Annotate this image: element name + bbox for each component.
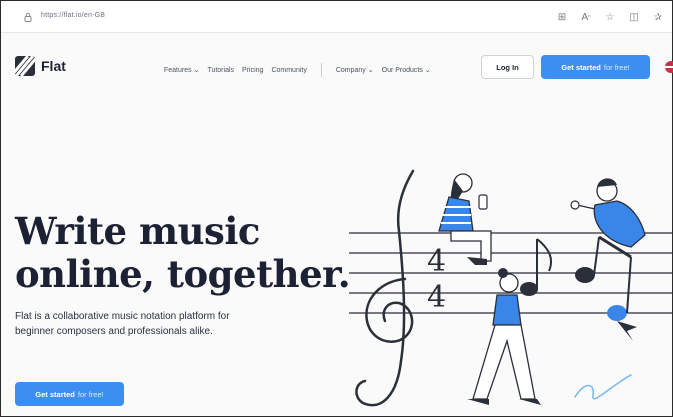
login-button[interactable]: Log In [481, 55, 534, 79]
person-pointing-illustration [570, 178, 646, 248]
read-aloud-icon[interactable]: Aⁿ [578, 10, 594, 24]
nav-tutorials[interactable]: Tutorials [207, 67, 234, 74]
nav-pricing[interactable]: Pricing [242, 67, 263, 74]
nav-divider [320, 63, 322, 77]
split-screen-icon[interactable]: ◫ [626, 10, 642, 24]
main-nav: Features ⌄ Tutorials Pricing Community C… [164, 63, 431, 77]
uk-flag-icon[interactable] [665, 61, 673, 73]
time-signature-top: 4 [427, 244, 446, 279]
hero-cta-light-text: for free! [77, 389, 104, 399]
nav-community[interactable]: Community [271, 67, 306, 74]
cta-strong-text: Get started [561, 62, 601, 72]
flat-logo-icon [15, 56, 35, 76]
squiggle-decoration [574, 374, 632, 400]
site-header: Flat Features ⌄ Tutorials Pricing Commun… [1, 45, 673, 85]
star-icon[interactable]: ☆ [602, 10, 618, 24]
hero-cta-strong-text: Get started [35, 389, 75, 399]
music-collaboration-illustration: 4 4 [349, 169, 672, 407]
favorites-icon[interactable]: ✰ [650, 10, 666, 24]
treble-clef-icon [355, 169, 415, 407]
nav-our-products[interactable]: Our Products ⌄ [382, 66, 431, 74]
nav-company[interactable]: Company ⌄ [336, 66, 374, 74]
flat-logo[interactable]: Flat [15, 56, 66, 76]
nav-features[interactable]: Features ⌄ [164, 66, 199, 74]
browser-window: https://flat.io/en-GB ⊞ Aⁿ ☆ ◫ ✰ Flat Fe… [0, 0, 673, 417]
time-signature-bottom: 4 [427, 280, 446, 315]
hero-subtitle: Flat is a collaborative music notation p… [15, 311, 230, 337]
hero-title-line1: Write music [15, 209, 260, 253]
brand-name: Flat [41, 58, 66, 74]
url-text[interactable]: https://flat.io/en-GB [41, 12, 105, 19]
browser-toolbar: ⊞ Aⁿ ☆ ◫ ✰ [554, 10, 666, 24]
cta-light-text: for free! [603, 62, 630, 72]
person-reading-illustration [438, 173, 492, 265]
hero-title-line2: online, together. [15, 252, 351, 296]
page-info-icon[interactable] [23, 12, 33, 22]
header-get-started-button[interactable]: Get started for free! [541, 55, 650, 79]
hero-get-started-button[interactable]: Get started for free! [15, 382, 124, 406]
address-bar[interactable]: https://flat.io/en-GB ⊞ Aⁿ ☆ ◫ ✰ [1, 1, 672, 33]
grid-icon[interactable]: ⊞ [554, 10, 570, 24]
hero-title: Write music online, together. [15, 209, 351, 296]
